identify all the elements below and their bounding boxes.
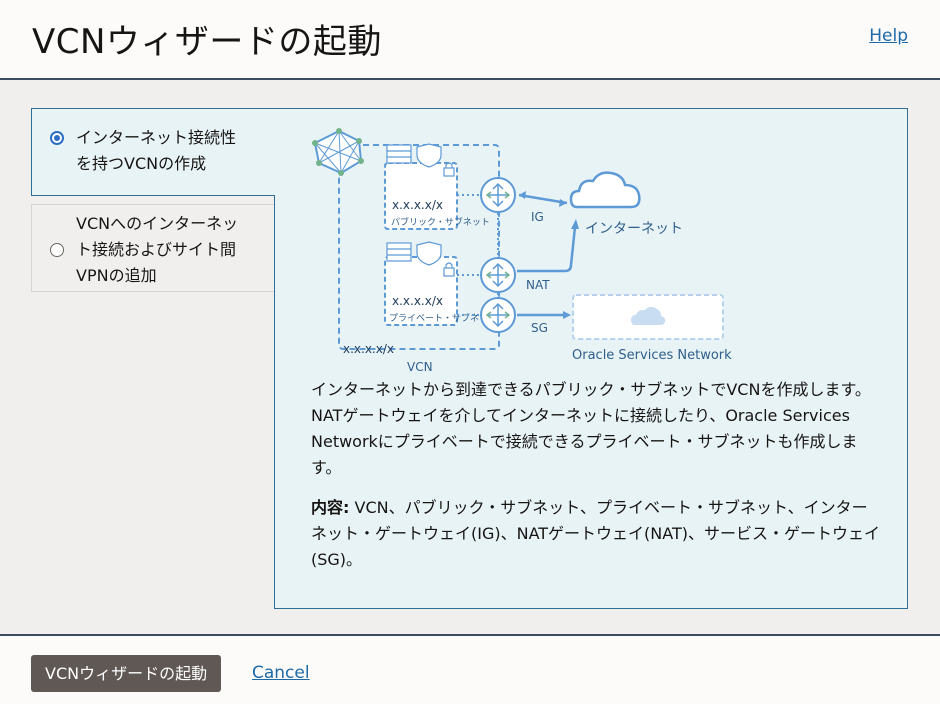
radio-selected-icon[interactable] <box>50 131 64 145</box>
internet-label: インターネット <box>585 221 683 237</box>
help-link[interactable]: Help <box>869 26 908 46</box>
vcn-network-icon <box>312 128 364 176</box>
option-internet-and-site-vpn[interactable]: VCNへのインターネッ ト接続およびサイト間 VPNの追加 <box>31 204 275 292</box>
contents-text: VCN、パブリック・サブネット、プライベート・サブネット、インターネット・ゲート… <box>311 498 880 569</box>
radio-unselected-icon[interactable] <box>50 243 64 257</box>
nat-gateway-icon <box>480 257 516 293</box>
dialog-header: VCNウィザードの起動 Help <box>0 0 940 80</box>
internet-cloud-icon <box>569 171 641 209</box>
dialog-body: インターネット接続性 を持つVCNの作成 VCNへのインターネッ ト接続およびサ… <box>0 82 940 634</box>
option-detail-panel: x.x.x.x/x パブリック・サブネット x.x.x.x/x プライベート・サ… <box>274 108 908 609</box>
page-title: VCNウィザードの起動 <box>32 22 382 62</box>
nat-label: NAT <box>526 278 550 292</box>
dialog-footer: VCNウィザードの起動 Cancel <box>0 634 940 704</box>
public-subnet-label: パブリック・サブネット <box>391 216 490 228</box>
vcn-cidr: x.x.x.x/x <box>343 342 394 356</box>
server-icon <box>386 144 412 164</box>
option-label-line: を持つVCNの作成 <box>76 154 207 173</box>
vcn-architecture-diagram: x.x.x.x/x パブリック・サブネット x.x.x.x/x プライベート・サ… <box>312 128 732 371</box>
cancel-link[interactable]: Cancel <box>252 663 310 683</box>
option-description: インターネットから到達できるパブリック・サブネットでVCNを作成します。NATゲ… <box>311 380 871 477</box>
ig-label: IG <box>531 210 544 224</box>
start-vcn-wizard-button[interactable]: VCNウィザードの起動 <box>31 655 222 692</box>
option-label-line: VCNへのインターネッ <box>76 214 239 233</box>
osn-label: Oracle Services Network <box>572 348 732 363</box>
option-label: インターネット接続性 を持つVCNの作成 <box>76 125 236 177</box>
option-label-line: インターネット接続性 <box>76 128 237 147</box>
option-contents: 内容: VCN、パブリック・サブネット、プライベート・サブネット、インターネット… <box>311 495 881 573</box>
nat-link <box>517 226 577 273</box>
option-internet-connectivity[interactable]: インターネット接続性 を持つVCNの作成 <box>31 108 275 196</box>
option-label-line: ト接続およびサイト間 <box>76 240 237 259</box>
service-gateway-icon <box>480 297 516 333</box>
public-subnet-cidr: x.x.x.x/x <box>392 198 443 212</box>
server-icon <box>386 242 412 262</box>
sg-label: SG <box>531 321 548 335</box>
vcn-label: VCN <box>407 360 433 371</box>
internet-gateway-icon <box>480 177 516 213</box>
contents-label: 内容: <box>311 498 350 517</box>
option-label-line: VPNの追加 <box>76 266 157 285</box>
option-label: VCNへのインターネッ ト接続およびサイト間 VPNの追加 <box>76 211 238 289</box>
private-subnet-cidr: x.x.x.x/x <box>392 294 443 308</box>
